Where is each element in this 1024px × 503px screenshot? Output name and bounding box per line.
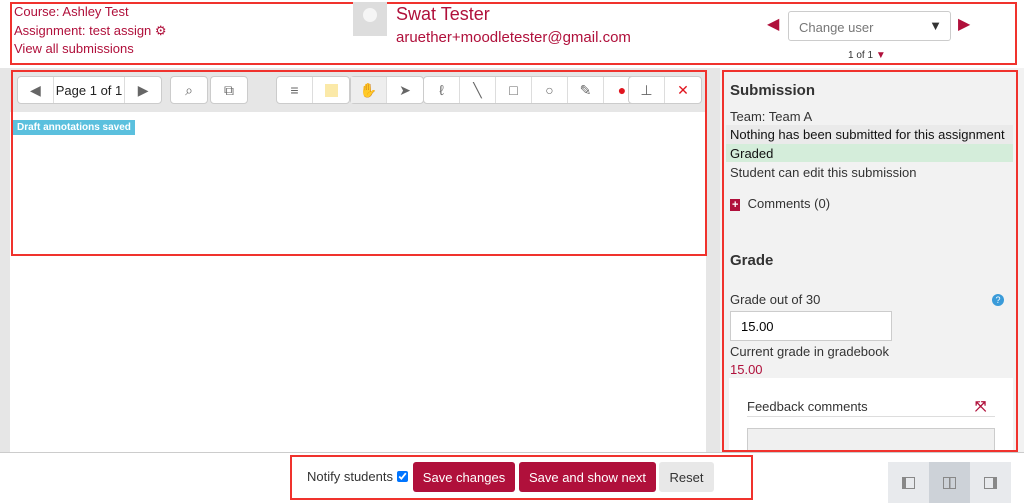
oval-icon[interactable]: ○: [532, 77, 568, 103]
rectangle-icon[interactable]: □: [496, 77, 532, 103]
stamp-tools: ⊥ ✕: [628, 76, 702, 104]
page-navigation: ◀ Page 1 of 1 ▶: [17, 76, 162, 104]
expand-icon: ⧉: [224, 81, 234, 98]
pointer-tools: ✋ ➤: [350, 76, 424, 104]
layout-default-button[interactable]: [929, 462, 970, 503]
view-all-submissions-link[interactable]: View all submissions: [14, 41, 134, 56]
delete-icon[interactable]: ✕: [665, 77, 701, 103]
expand-button[interactable]: ⧉: [210, 76, 248, 104]
assignment-label: Assignment: test assign: [14, 23, 152, 38]
user-email[interactable]: aruether+moodletester@gmail.com: [396, 29, 631, 46]
annotation-box: [290, 455, 753, 500]
stamp-icon[interactable]: ⊥: [629, 77, 665, 103]
filter-icon[interactable]: ▼: [876, 50, 886, 61]
layout-split-icon: [943, 476, 956, 489]
change-user-select[interactable]: Change user ▼: [788, 11, 951, 41]
layout-collapse-grade-button[interactable]: [888, 462, 929, 503]
previous-user-icon[interactable]: ◀: [767, 14, 779, 34]
layout-collapse-review-button[interactable]: [970, 462, 1011, 503]
previous-page-icon[interactable]: ◀: [18, 77, 54, 103]
chevron-down-icon: ▼: [929, 18, 942, 33]
draw-tools: ℓ ╲ □ ○ ✎ ●: [423, 76, 641, 104]
line-icon[interactable]: ╲: [460, 77, 496, 103]
status-badge: Draft annotations saved: [13, 120, 135, 135]
assignment-link[interactable]: Assignment: test assign ⚙: [14, 23, 167, 39]
annotation-box: [722, 70, 1018, 452]
change-user-label: Change user: [799, 20, 874, 35]
avatar: [353, 2, 387, 36]
search-icon: ⌕: [185, 81, 193, 98]
color-swatch-icon[interactable]: [313, 77, 349, 103]
next-page-icon[interactable]: ▶: [125, 77, 161, 103]
gear-icon[interactable]: ⚙: [155, 23, 167, 38]
pen-icon[interactable]: ℓ: [424, 77, 460, 103]
cursor-icon[interactable]: ➤: [387, 77, 423, 103]
search-comments-button[interactable]: ⌕: [170, 76, 208, 104]
comment-icon[interactable]: ≡: [277, 77, 313, 103]
layout-right-icon: [984, 476, 997, 489]
layout-left-icon: [902, 476, 915, 489]
comment-tools: ≡: [276, 76, 350, 104]
hand-icon[interactable]: ✋: [351, 77, 387, 103]
count-label: 1 of 1: [848, 50, 874, 61]
course-link[interactable]: Course: Ashley Test: [14, 4, 129, 19]
user-name[interactable]: Swat Tester: [396, 4, 490, 25]
next-user-icon[interactable]: ▶: [958, 14, 970, 34]
page-select[interactable]: Page 1 of 1: [54, 77, 126, 103]
divider: [0, 452, 1024, 453]
user-count: 1 of 1 ▼: [848, 50, 886, 61]
highlighter-icon[interactable]: ✎: [568, 77, 604, 103]
